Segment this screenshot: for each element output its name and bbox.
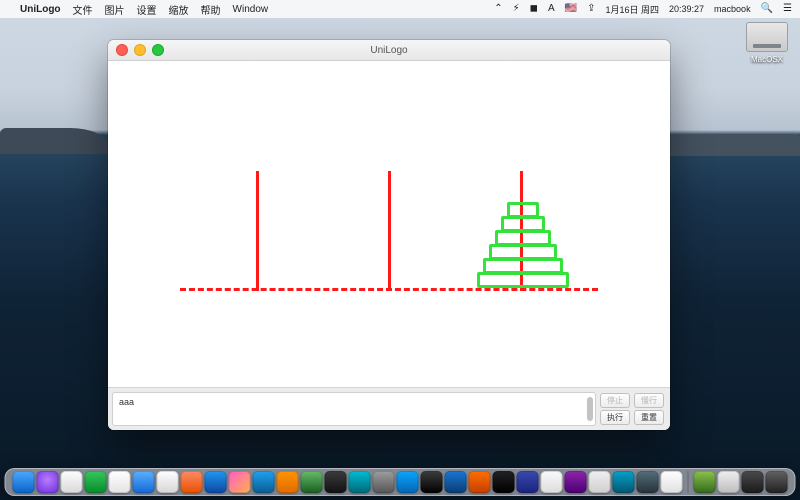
dock-app-21[interactable] xyxy=(517,471,539,493)
hanoi-disc-5 xyxy=(483,258,563,274)
battery-icon[interactable]: ⚡︎ xyxy=(513,4,520,14)
dock-app-14[interactable] xyxy=(349,471,371,493)
dock-app-8[interactable] xyxy=(205,471,227,493)
close-button[interactable] xyxy=(116,44,128,56)
menu-settings[interactable]: 设置 xyxy=(137,2,157,17)
hanoi-disc-2 xyxy=(501,216,545,232)
control-center-icon[interactable]: ☰ xyxy=(783,4,792,14)
hanoi-peg-1 xyxy=(256,171,259,291)
window-title: UniLogo xyxy=(108,45,670,56)
dock-app-12[interactable] xyxy=(301,471,323,493)
hanoi-disc-1 xyxy=(507,202,539,218)
menu-window[interactable]: Window xyxy=(233,4,269,15)
dock-app-18[interactable] xyxy=(445,471,467,493)
ime-icon[interactable]: A xyxy=(548,4,555,14)
menu-zoom[interactable]: 缩放 xyxy=(169,2,189,17)
hanoi-disc-4 xyxy=(489,244,557,260)
caps-icon[interactable]: ⇪ xyxy=(587,4,595,14)
menubar-time[interactable]: 20:39:27 xyxy=(669,4,704,14)
dock-app-10[interactable] xyxy=(253,471,275,493)
command-text: aaa xyxy=(119,397,134,407)
dock-app-20[interactable] xyxy=(493,471,515,493)
dock-app-2[interactable] xyxy=(61,471,83,493)
dock-app-4[interactable] xyxy=(109,471,131,493)
dock xyxy=(5,468,796,496)
dock-app-13[interactable] xyxy=(325,471,347,493)
reset-button[interactable]: 重置 xyxy=(634,410,664,425)
flag-icon[interactable]: 🇺🇸 xyxy=(565,4,577,14)
zoom-button[interactable] xyxy=(152,44,164,56)
scrollbar[interactable] xyxy=(587,397,593,421)
menubar-user[interactable]: macbook xyxy=(714,4,751,14)
dock-app-17[interactable] xyxy=(421,471,443,493)
dock-app-1[interactable] xyxy=(37,471,59,493)
dock-app-28[interactable] xyxy=(694,471,716,493)
dock-app-23[interactable] xyxy=(565,471,587,493)
dock-app-29[interactable] xyxy=(718,471,740,493)
dock-app-0[interactable] xyxy=(13,471,35,493)
dock-app-11[interactable] xyxy=(277,471,299,493)
dock-app-15[interactable] xyxy=(373,471,395,493)
menubar-status: ⌃ ⚡︎ ◼︎ A 🇺🇸 ⇪ 1月16日 周四 20:39:27 macbook… xyxy=(494,3,792,16)
run-button[interactable]: 执行 xyxy=(600,410,630,425)
dock-app-30[interactable] xyxy=(742,471,764,493)
menu-file[interactable]: 文件 xyxy=(73,2,93,17)
hanoi-peg-2 xyxy=(388,171,391,291)
command-input[interactable]: aaa xyxy=(112,392,596,426)
hanoi-disc-6 xyxy=(477,272,569,288)
hanoi-disc-3 xyxy=(495,230,551,246)
bg-rock xyxy=(0,128,110,154)
dock-app-25[interactable] xyxy=(613,471,635,493)
dock-app-9[interactable] xyxy=(229,471,251,493)
unilogo-window: UniLogo aaa 停止 慢行 xyxy=(108,40,670,430)
menubar: UniLogo 文件 图片 设置 缩放 帮助 Window ⌃ ⚡︎ ◼︎ A … xyxy=(0,0,800,18)
disk-label: MacOSX xyxy=(746,55,788,64)
dock-separator xyxy=(688,471,689,493)
dock-app-24[interactable] xyxy=(589,471,611,493)
wifi-icon[interactable]: ⌃ xyxy=(494,4,502,14)
menu-image[interactable]: 图片 xyxy=(105,2,125,17)
desktop: UniLogo 文件 图片 设置 缩放 帮助 Window ⌃ ⚡︎ ◼︎ A … xyxy=(0,0,800,500)
dock-app-26[interactable] xyxy=(637,471,659,493)
disk-icon xyxy=(746,22,788,52)
titlebar[interactable]: UniLogo xyxy=(108,40,670,61)
dock-app-16[interactable] xyxy=(397,471,419,493)
dock-app-22[interactable] xyxy=(541,471,563,493)
canvas xyxy=(108,61,670,387)
stop-button[interactable]: 停止 xyxy=(600,393,630,408)
dock-app-31[interactable] xyxy=(766,471,788,493)
app-menu[interactable]: UniLogo xyxy=(20,4,61,15)
dock-app-7[interactable] xyxy=(181,471,203,493)
desktop-disk[interactable]: MacOSX xyxy=(746,22,788,64)
spotlight-icon[interactable]: 🔍 xyxy=(761,4,773,14)
step-button[interactable]: 慢行 xyxy=(634,393,664,408)
dock-app-3[interactable] xyxy=(85,471,107,493)
dock-app-27[interactable] xyxy=(661,471,683,493)
volume-icon[interactable]: ◼︎ xyxy=(530,4,538,14)
dock-app-19[interactable] xyxy=(469,471,491,493)
dock-app-6[interactable] xyxy=(157,471,179,493)
dock-app-5[interactable] xyxy=(133,471,155,493)
minimize-button[interactable] xyxy=(134,44,146,56)
command-bar: aaa 停止 慢行 执行 重置 xyxy=(108,387,670,430)
menu-help[interactable]: 帮助 xyxy=(201,2,221,17)
menubar-date[interactable]: 1月16日 周四 xyxy=(605,3,659,16)
